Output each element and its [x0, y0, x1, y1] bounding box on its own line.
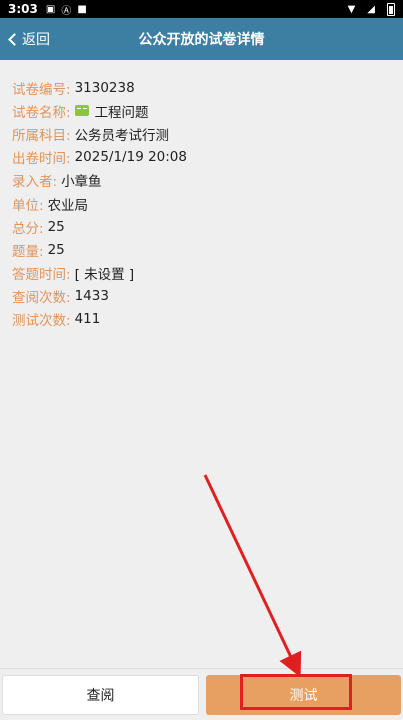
chevron-left-icon	[8, 32, 21, 46]
detail-value: 农业局	[47, 197, 89, 214]
image-icon: ▣	[45, 3, 56, 15]
detail-label: 试卷编号:	[12, 81, 71, 98]
detail-label: 测试次数:	[12, 313, 71, 330]
detail-value: 公务员考试行测	[74, 127, 170, 144]
paper-details: 试卷编号: 3130238 试卷名称: 工程问题 所属科目: 公务员考试行测 出…	[12, 76, 392, 331]
detail-label: 单位:	[12, 197, 44, 214]
detail-row-test-count: 测试次数: 411	[12, 308, 392, 331]
book-icon	[74, 105, 89, 117]
test-button[interactable]: 测试	[206, 675, 401, 715]
status-right: ▼ ◢	[347, 2, 395, 16]
detail-row-question-count: 题量: 25	[12, 238, 392, 261]
app-a-icon: Ⓐ	[61, 5, 72, 17]
detail-label: 出卷时间:	[12, 151, 71, 168]
status-time: 3:03	[8, 2, 38, 16]
detail-row-view-count: 查阅次数: 1433	[12, 285, 392, 308]
detail-value: 411	[74, 311, 101, 328]
battery-icon	[387, 2, 395, 16]
notification-icon: ■	[77, 3, 87, 15]
wifi-icon: ▼	[347, 3, 356, 15]
detail-row-paper-id: 试卷编号: 3130238	[12, 76, 392, 99]
detail-value: 1433	[74, 288, 109, 305]
detail-label: 答题时间:	[12, 267, 71, 284]
detail-value: 工程问题	[94, 104, 149, 121]
status-bar: 3:03 ▣ Ⓐ ■ ▼ ◢	[0, 0, 403, 18]
signal-icon: ◢	[367, 3, 375, 15]
bottom-action-bar: 查阅 测试	[0, 668, 403, 720]
detail-label: 总分:	[12, 220, 44, 237]
back-button[interactable]: 返回	[6, 18, 50, 60]
detail-value: [ 未设置 ]	[74, 267, 135, 284]
detail-value: 25	[47, 218, 65, 235]
back-label: 返回	[22, 32, 50, 48]
detail-row-organization: 单位: 农业局	[12, 192, 392, 215]
detail-label: 题量:	[12, 243, 44, 260]
app-header: 公众开放的试卷详情 返回	[0, 18, 403, 60]
page-title: 公众开放的试卷详情	[138, 32, 265, 48]
detail-row-author: 录入者: 小章鱼	[12, 169, 392, 192]
detail-row-answer-time: 答题时间: [ 未设置 ]	[12, 262, 392, 285]
detail-label: 录入者:	[12, 174, 58, 191]
detail-row-paper-name: 试卷名称: 工程问题	[12, 99, 392, 122]
detail-row-subject: 所属科目: 公务员考试行测	[12, 122, 392, 145]
detail-value: 小章鱼	[61, 174, 102, 191]
detail-label: 所属科目:	[12, 127, 71, 144]
detail-value: 2025/1/19 20:08	[74, 149, 187, 166]
detail-label: 查阅次数:	[12, 290, 71, 307]
detail-label: 试卷名称:	[12, 104, 71, 121]
detail-value: 25	[47, 241, 65, 258]
detail-value: 3130238	[74, 79, 135, 96]
detail-row-created-time: 出卷时间: 2025/1/19 20:08	[12, 146, 392, 169]
view-button[interactable]: 查阅	[2, 675, 199, 715]
detail-row-total-score: 总分: 25	[12, 215, 392, 238]
